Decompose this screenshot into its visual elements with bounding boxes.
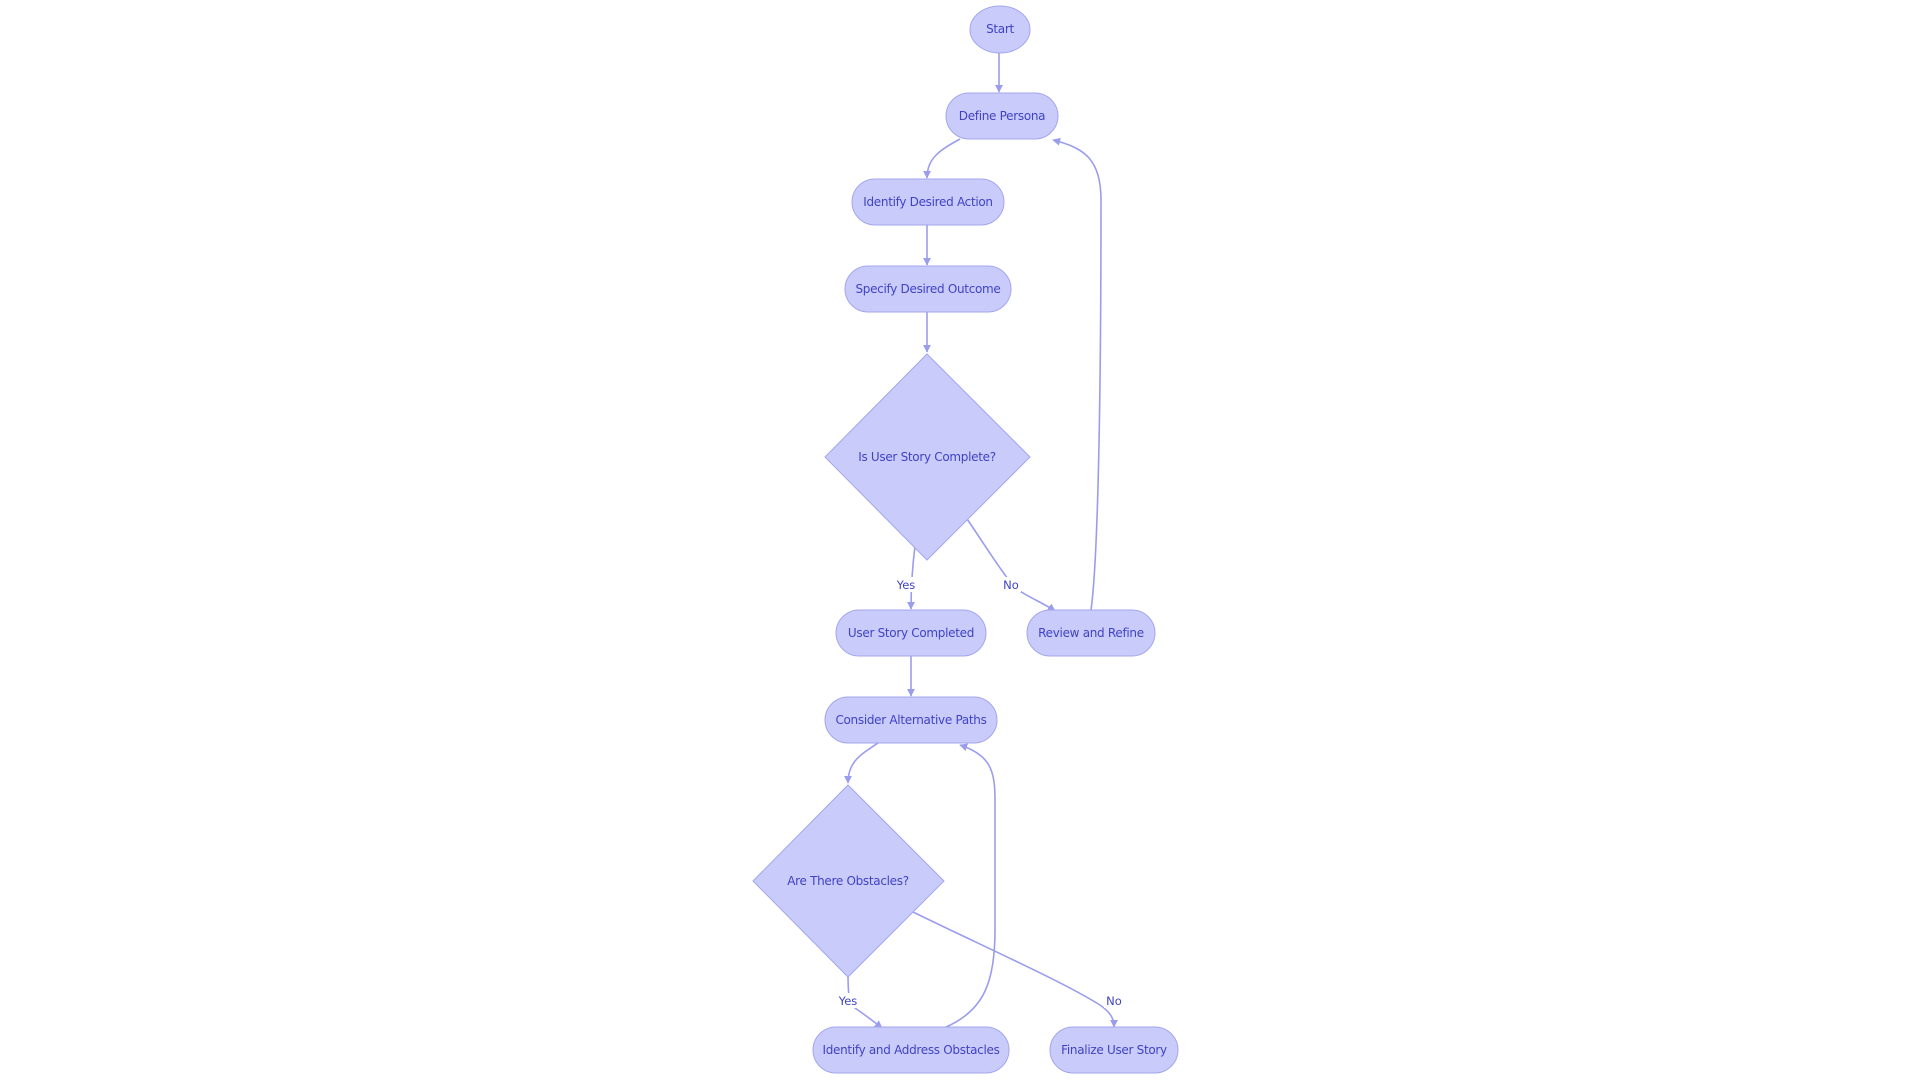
- edge-review-refine-to-define-persona: [1052, 137, 1102, 611]
- flowchart: Yes No Yes No Start Define Persona Ident…: [752, 5, 1179, 1074]
- node-review-and-refine-label: Review and Refine: [1038, 626, 1144, 640]
- node-review-and-refine[interactable]: Review and Refine: [1026, 609, 1156, 657]
- node-identify-and-address-obstacles[interactable]: Identify and Address Obstacles: [812, 1026, 1010, 1074]
- edge-alt-paths-to-obstacles-q: [844, 742, 879, 784]
- node-finalize-user-story-label: Finalize User Story: [1061, 1043, 1167, 1057]
- node-is-user-story-complete-label: Is User Story Complete?: [858, 450, 996, 464]
- node-finalize-user-story[interactable]: Finalize User Story: [1049, 1026, 1179, 1074]
- node-specify-desired-outcome-label: Specify Desired Outcome: [855, 282, 1000, 296]
- node-is-user-story-complete[interactable]: Is User Story Complete?: [824, 353, 1031, 561]
- edge-label-no-obstacles: No: [1106, 994, 1122, 1008]
- edge-label-no-complete: No: [1003, 578, 1019, 592]
- edge-address-obstacles-to-alt-paths: [945, 743, 996, 1028]
- node-define-persona[interactable]: Define Persona: [945, 92, 1059, 140]
- node-start-label: Start: [986, 22, 1014, 36]
- edge-obstacles-q-to-finalize: [908, 909, 1118, 1028]
- node-user-story-completed-label: User Story Completed: [848, 626, 974, 640]
- node-are-there-obstacles[interactable]: Are There Obstacles?: [752, 784, 945, 978]
- node-start[interactable]: Start: [969, 5, 1031, 54]
- node-user-story-completed[interactable]: User Story Completed: [835, 609, 987, 657]
- edge-label-yes-obstacles: Yes: [838, 994, 858, 1008]
- node-are-there-obstacles-label: Are There Obstacles?: [787, 874, 909, 888]
- node-consider-alternative-paths[interactable]: Consider Alternative Paths: [824, 696, 998, 744]
- node-identify-and-address-obstacles-label: Identify and Address Obstacles: [822, 1043, 999, 1057]
- node-identify-desired-action[interactable]: Identify Desired Action: [851, 178, 1005, 226]
- node-define-persona-label: Define Persona: [959, 109, 1045, 123]
- node-specify-desired-outcome[interactable]: Specify Desired Outcome: [844, 265, 1012, 313]
- edge-label-yes-complete: Yes: [896, 578, 916, 592]
- edge-define-persona-to-identify-action: [923, 138, 961, 179]
- node-consider-alternative-paths-label: Consider Alternative Paths: [835, 713, 986, 727]
- node-identify-desired-action-label: Identify Desired Action: [863, 195, 993, 209]
- edge-is-complete-to-review-refine: [964, 515, 1056, 612]
